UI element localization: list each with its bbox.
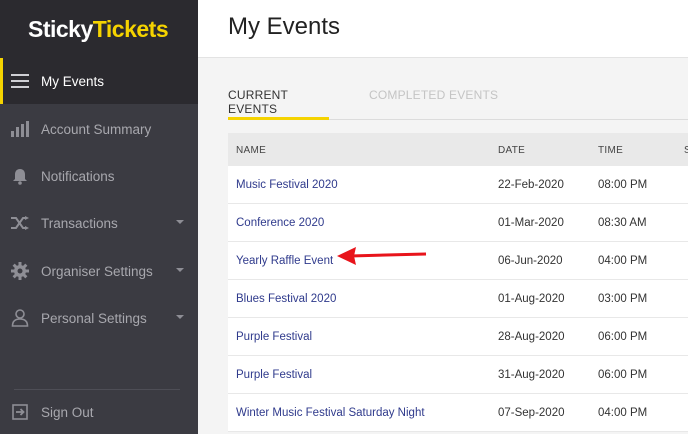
sidebar-item-notifications[interactable]: Notifications <box>0 153 198 199</box>
sidebar-item-transactions[interactable]: Transactions <box>0 200 198 246</box>
sidebar: StickyTickets My Events Account Summary … <box>0 0 198 434</box>
event-time: 03:00 PM <box>598 293 648 305</box>
event-name-link[interactable]: Purple Festival <box>236 369 312 381</box>
sidebar-item-label: Personal Settings <box>41 310 147 326</box>
event-date: 01-Mar-2020 <box>498 217 564 229</box>
bell-icon <box>11 167 29 185</box>
logo-part-tickets: Tickets <box>92 15 169 42</box>
event-time: 04:00 PM <box>598 407 648 419</box>
column-header-truncated: S <box>684 145 688 156</box>
annotation-arrow-icon <box>337 247 427 265</box>
event-date: 01-Aug-2020 <box>498 293 565 305</box>
logo-bar: StickyTickets <box>0 0 198 58</box>
event-date: 28-Aug-2020 <box>498 331 565 343</box>
hamburger-icon <box>11 72 29 90</box>
event-name-link[interactable]: Winter Music Festival Saturday Night <box>236 407 425 419</box>
event-name-link[interactable]: Yearly Raffle Event <box>236 255 333 267</box>
sidebar-item-personal-settings[interactable]: Personal Settings <box>0 295 198 341</box>
table-row: Yearly Raffle Event 06-Jun-2020 04:00 PM <box>228 242 688 280</box>
event-date: 06-Jun-2020 <box>498 255 563 267</box>
sidebar-item-organiser-settings[interactable]: Organiser Settings <box>0 248 198 294</box>
shuffle-icon <box>11 214 29 232</box>
sidebar-item-label: Sign Out <box>41 404 94 420</box>
event-date: 31-Aug-2020 <box>498 369 565 381</box>
event-name-link[interactable]: Blues Festival 2020 <box>236 293 336 305</box>
sticky-tickets-logo[interactable]: StickyTickets <box>28 15 169 43</box>
event-name-link[interactable]: Purple Festival <box>236 331 312 343</box>
event-date: 22-Feb-2020 <box>498 179 564 191</box>
event-time: 06:00 PM <box>598 369 648 381</box>
page-title: My Events <box>228 13 341 40</box>
event-name-link[interactable]: Conference 2020 <box>236 217 324 229</box>
event-time: 04:00 PM <box>598 255 648 267</box>
sidebar-item-label: Notifications <box>41 168 115 184</box>
tab-completed-events[interactable]: COMPLETED EVENTS <box>369 88 498 120</box>
table-row: Blues Festival 2020 01-Aug-2020 03:00 PM <box>228 280 688 318</box>
gear-icon <box>11 262 29 280</box>
chevron-down-icon <box>176 220 184 224</box>
events-tabs: CURRENT EVENTS COMPLETED EVENTS <box>228 88 688 120</box>
events-table: NAME DATE TIME S Music Festival 2020 22-… <box>228 133 688 432</box>
tab-current-events[interactable]: CURRENT EVENTS <box>228 88 329 120</box>
sidebar-item-sign-out[interactable]: Sign Out <box>0 389 198 434</box>
table-header: NAME DATE TIME S <box>228 133 688 166</box>
sidebar-item-label: Account Summary <box>41 121 152 137</box>
column-header-name[interactable]: NAME <box>236 145 266 156</box>
page-header: My Events <box>198 0 688 58</box>
column-header-date[interactable]: DATE <box>498 145 525 156</box>
sign-out-icon <box>11 403 29 421</box>
logo-part-sticky: Sticky <box>28 15 93 42</box>
sidebar-item-label: Organiser Settings <box>41 263 153 279</box>
sidebar-item-my-events[interactable]: My Events <box>0 58 198 104</box>
table-row: Purple Festival 28-Aug-2020 06:00 PM <box>228 318 688 356</box>
table-row: Music Festival 2020 22-Feb-2020 08:00 PM <box>228 166 688 204</box>
table-row: Conference 2020 01-Mar-2020 08:30 AM <box>228 204 688 242</box>
column-header-time[interactable]: TIME <box>598 145 623 156</box>
chevron-down-icon <box>176 315 184 319</box>
sidebar-item-label: My Events <box>41 73 105 89</box>
sidebar-item-account-summary[interactable]: Account Summary <box>0 106 198 152</box>
chevron-down-icon <box>176 268 184 272</box>
event-name-link[interactable]: Music Festival 2020 <box>236 179 338 191</box>
event-date: 07-Sep-2020 <box>498 407 565 419</box>
table-row: Purple Festival 31-Aug-2020 06:00 PM <box>228 356 688 394</box>
bar-chart-icon <box>11 120 29 138</box>
event-time: 08:30 AM <box>598 217 647 229</box>
person-icon <box>11 309 29 327</box>
event-time: 06:00 PM <box>598 331 648 343</box>
event-time: 08:00 PM <box>598 179 648 191</box>
sidebar-item-label: Transactions <box>41 215 118 231</box>
table-row: Winter Music Festival Saturday Night 07-… <box>228 394 688 432</box>
